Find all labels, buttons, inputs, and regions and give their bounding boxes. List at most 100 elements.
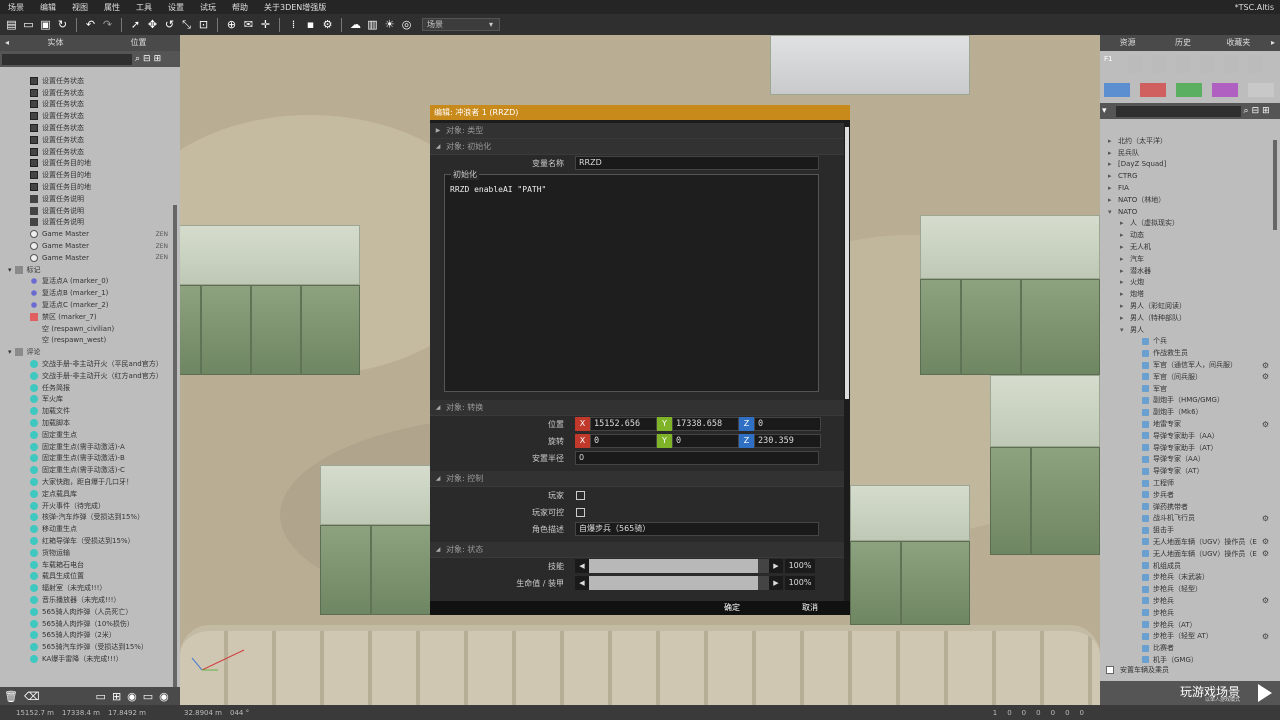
entity-row[interactable]: 载具生成位置 [0,570,172,582]
entity-row[interactable]: 复活点A (marker_0) [0,276,172,288]
search-icon[interactable]: ⌕ [1244,106,1249,116]
asset-category-row[interactable]: ▾ 男人 [1108,324,1273,336]
save-icon[interactable]: ▣ [38,17,53,32]
new-folder-icon[interactable]: ▭ [96,690,106,703]
select-icon[interactable]: ➚ [128,17,143,32]
chevron-right-icon[interactable]: ▸ [1108,160,1118,168]
asset-category-row[interactable]: ▾ NATO [1108,206,1273,218]
playable-checkbox[interactable] [576,508,585,517]
expand-all-icon[interactable]: ⊞ [154,54,162,64]
expand-icon[interactable]: ▾ [8,266,12,274]
entity-search-input[interactable] [2,53,132,65]
asset-unit-row[interactable]: 导弹专家（AA） [1108,454,1273,466]
filter-dropdown-icon[interactable]: ▾ [1102,106,1107,116]
collapse-right-icon[interactable]: ▸ [1266,35,1280,51]
asset-unit-row[interactable]: 导弹专家助手（AA） [1108,430,1273,442]
new-file-icon[interactable]: ▤ [4,17,19,32]
position-z[interactable]: Z 0 [739,417,821,431]
rotate-icon[interactable]: ↺ [162,17,177,32]
entity-row[interactable]: Game Master ZEN [0,228,172,240]
entity-row[interactable]: Game Master ZEN [0,252,172,264]
menu-play[interactable]: 试玩 [192,2,224,13]
chevron-right-icon[interactable]: ▸ [1108,184,1118,192]
statistics-icon[interactable]: ▥ [365,17,380,32]
entity-row[interactable]: 开火事件（待完成） [0,500,172,512]
asset-unit-row[interactable]: 步枪兵 ⚙ [1108,595,1273,607]
layer-row[interactable]: ▾ 评论 [0,346,172,358]
gear-icon[interactable]: ⚙ [1262,632,1269,641]
ok-button[interactable]: 确定 [696,601,768,615]
camera-icon[interactable]: ◉ [127,690,137,703]
entity-row[interactable]: 固定重生点(需手动激活)-C [0,464,172,476]
chevron-right-icon[interactable]: ▸ [1120,267,1130,275]
menu-tools[interactable]: 工具 [128,2,160,13]
entity-row[interactable]: 设置任务说明 [0,217,172,229]
tab-locations[interactable]: 位置 [97,35,180,51]
entity-row[interactable]: 大家快跑，距自爆于几口牙！ [0,476,172,488]
menu-help[interactable]: 帮助 [224,2,256,13]
entity-row[interactable]: 565骑人肉炸弹（10%损伤） [0,618,172,630]
gear-icon[interactable]: ⚙ [1262,420,1269,429]
sun-icon[interactable]: ☀ [382,17,397,32]
position-z-field[interactable]: 0 [754,417,821,431]
asset-unit-row[interactable]: 步兵者 [1108,489,1273,501]
markers-icon[interactable] [1224,55,1238,73]
waypoints-icon[interactable] [1200,55,1214,73]
entity-row[interactable]: 红箱导弹车（受损达到15%） [0,535,172,547]
position-x[interactable]: X 15152.656 [575,417,657,431]
asset-category-row[interactable]: ▸ 动态 [1108,229,1273,241]
section-object-transform[interactable]: ◢ 对象: 转换 [430,400,844,416]
collapse-all-icon[interactable]: ⊟ [143,54,151,64]
redo-icon[interactable]: ↷ [100,17,115,32]
entity-row[interactable]: 设置任务目的地 [0,158,172,170]
mail-icon[interactable]: ✉ [241,17,256,32]
asset-unit-row[interactable]: 无人地面车辆（UGV）操作员（E ⚙ [1108,548,1273,560]
groups-icon[interactable] [1128,55,1142,73]
section-object-init[interactable]: ◢ 对象: 初始化 [430,139,844,155]
asset-category-row[interactable]: ▸ NATO（林地） [1108,194,1273,206]
folder-icon[interactable]: ▭ [143,690,153,703]
section-object-type[interactable]: ▶ 对象: 类型 [430,123,844,139]
asset-category-row[interactable]: ▸ FIA [1108,182,1273,194]
entity-row[interactable]: 空 (respawn_west) [0,335,172,347]
asset-unit-row[interactable]: 导弹专家（AT） [1108,465,1273,477]
entity-row[interactable]: 辐射室（未完成!!!） [0,582,172,594]
trash-icon[interactable]: ⌫ [24,690,40,703]
asset-unit-row[interactable]: 导弹专家助手（AT） [1108,442,1273,454]
asset-category-row[interactable]: ▸ 火炮 [1108,277,1273,289]
asset-unit-row[interactable]: 副炮手（Mk6） [1108,406,1273,418]
layer-row[interactable]: ▾ 标记 [0,264,172,276]
dialog-scrollbar[interactable] [845,127,849,399]
settings-dropdown-icon[interactable]: ⚙ [320,17,335,32]
entity-row[interactable]: 固定重生点(需手动激活)-A [0,441,172,453]
units-icon[interactable]: F1 [1104,55,1118,73]
rotation-y[interactable]: Y 0 [657,434,739,448]
menu-about[interactable]: 关于3DEN增强版 [256,2,334,13]
asset-unit-row[interactable]: 工程师 [1108,477,1273,489]
slider-right-icon[interactable]: ▶ [769,559,783,573]
asset-unit-row[interactable]: 地雷专家 ⚙ [1108,418,1273,430]
vision-icon[interactable]: ◎ [399,17,414,32]
tab-entities[interactable]: 实体 [14,35,97,51]
role-description-field[interactable]: 自爆步兵（565骑） [575,522,819,536]
entity-row[interactable]: 设置任务状态 [0,122,172,134]
chevron-right-icon[interactable]: ▸ [1120,243,1130,251]
variable-name-field[interactable]: RRZD [575,156,819,170]
asset-unit-row[interactable]: 副炮手（HMG/GMG） [1108,395,1273,407]
asset-unit-row[interactable]: 步枪兵（末武装） [1108,571,1273,583]
scale-icon[interactable]: ⤡ [179,17,194,32]
screenshot-icon[interactable]: ◉ [159,690,169,703]
skill-slider[interactable]: ◀ ▶ 100% [575,559,815,573]
asset-unit-row[interactable]: 个兵 [1108,336,1273,348]
chevron-right-icon[interactable]: ▸ [1120,302,1130,310]
asset-unit-row[interactable]: 作战救生员 [1108,347,1273,359]
rotation-z-field[interactable]: 230.359 [754,434,821,448]
entity-row[interactable]: 空 (respawn_civilian) [0,323,172,335]
chevron-right-icon[interactable]: ▸ [1108,137,1118,145]
rotation-x[interactable]: X 0 [575,434,657,448]
asset-unit-row[interactable]: 弹药携带者 [1108,501,1273,513]
entity-row[interactable]: 固定重生点 [0,429,172,441]
rotation-z[interactable]: Z 230.359 [739,434,821,448]
asset-unit-row[interactable]: 机组成员 [1108,560,1273,572]
gear-icon[interactable]: ⚙ [1262,537,1269,546]
